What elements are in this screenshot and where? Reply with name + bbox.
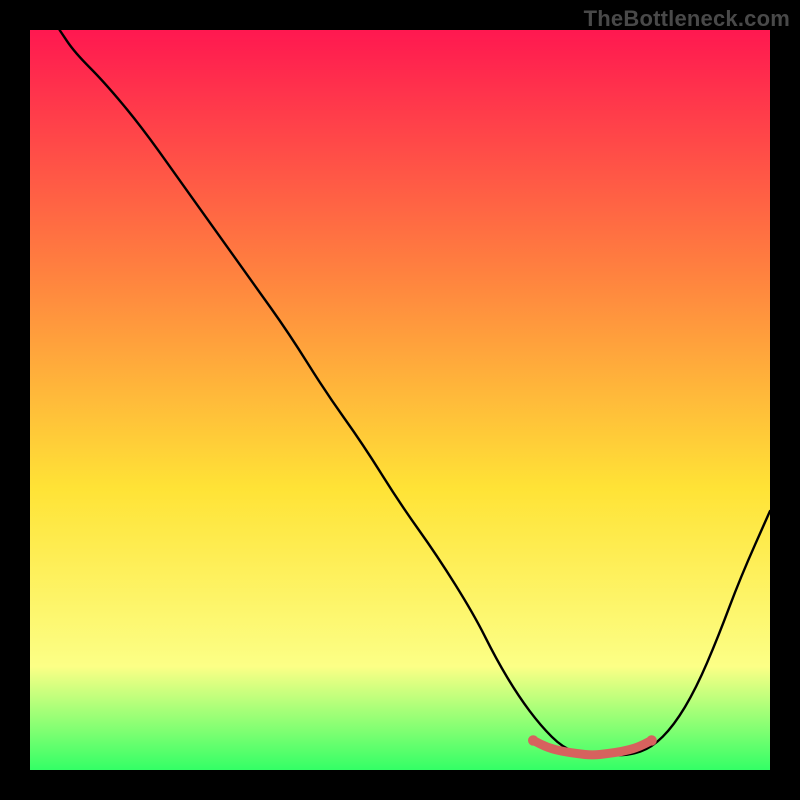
optimum-end-dot (646, 735, 656, 745)
optimum-start-dot (528, 735, 538, 745)
watermark-text: TheBottleneck.com (584, 6, 790, 32)
gradient-panel (30, 30, 770, 770)
chart-stage: TheBottleneck.com (0, 0, 800, 800)
bottleneck-plot (0, 0, 800, 800)
